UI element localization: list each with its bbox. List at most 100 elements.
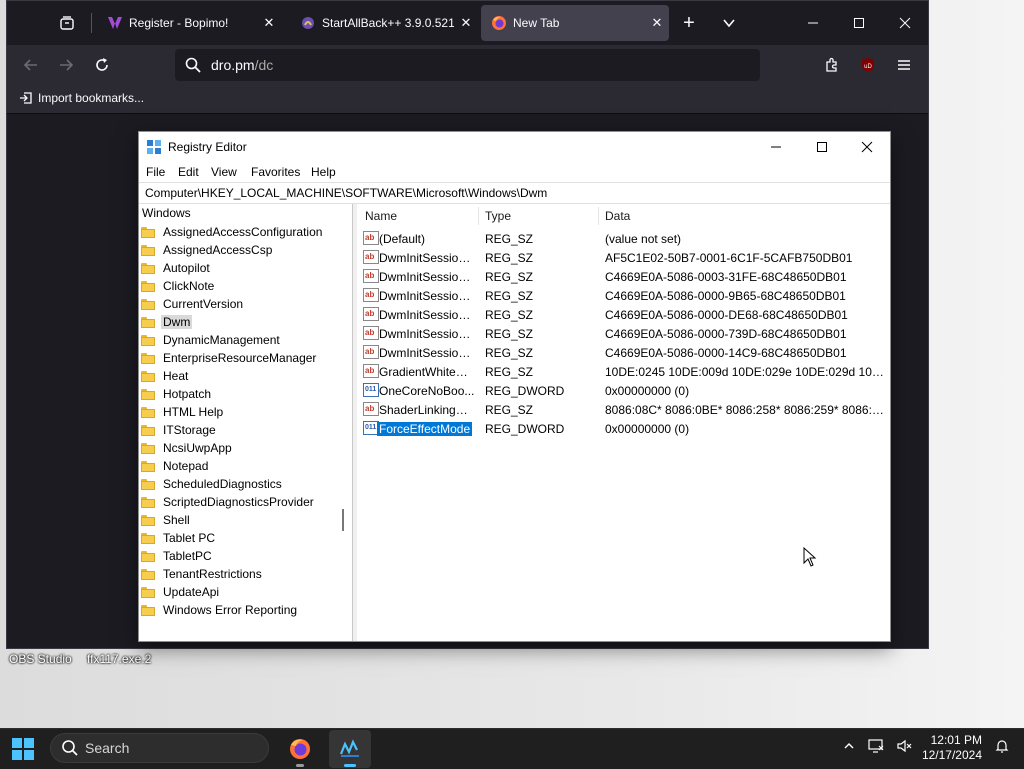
- value-name: ForceEffectMode: [377, 422, 473, 436]
- tree-item[interactable]: DynamicManagement: [141, 331, 282, 349]
- menu-view[interactable]: View: [211, 165, 237, 179]
- tree-item[interactable]: Autopilot: [141, 259, 212, 277]
- tab-startallback[interactable]: StartAllBack++ 3.9.0.5218 ✕: [290, 5, 478, 41]
- folder-icon: [141, 514, 155, 526]
- minimize-button[interactable]: [753, 132, 799, 162]
- close-tab-icon[interactable]: ✕: [645, 15, 669, 31]
- tree-item[interactable]: EnterpriseResourceManager: [141, 349, 318, 367]
- value-row[interactable]: ab DwmInitSession... REG_SZ C4669E0A-5086-0…: [357, 267, 890, 286]
- tree-root-windows[interactable]: Windows: [142, 206, 191, 220]
- column-name-header[interactable]: Name: [365, 209, 397, 223]
- value-row[interactable]: ab DwmInitSession... REG_SZ AF5C1E02-50B7-0…: [357, 248, 890, 267]
- binary-value-icon: 011: [363, 383, 379, 397]
- ublock-origin-icon[interactable]: uD: [852, 49, 884, 81]
- tree-item[interactable]: TenantRestrictions: [141, 565, 264, 583]
- active-indicator: [344, 764, 356, 767]
- tree-item[interactable]: AssignedAccessCsp: [141, 241, 274, 259]
- tree-item[interactable]: TabletPC: [141, 547, 214, 565]
- import-bookmarks-label: Import bookmarks...: [38, 91, 145, 105]
- address-bar[interactable]: Computer\HKEY_LOCAL_MACHINE\SOFTWARE\Mic…: [139, 182, 890, 204]
- notifications-bell-icon[interactable]: [995, 739, 1009, 756]
- folder-icon: [141, 388, 155, 400]
- menu-edit[interactable]: Edit: [178, 165, 199, 179]
- tree-vertical-scrollbar[interactable]: [342, 509, 344, 531]
- tree-item[interactable]: AssignedAccessConfiguration: [141, 223, 324, 241]
- tree-item[interactable]: HTML Help: [141, 403, 225, 421]
- tree-item-label: Tablet PC: [163, 531, 216, 545]
- tree-item[interactable]: UpdateApi: [141, 583, 221, 601]
- desktop-icon-obs[interactable]: OBS Studio: [9, 652, 72, 666]
- taskbar-search-box[interactable]: Search: [50, 733, 269, 763]
- value-row[interactable]: ab ShaderLinkingG... REG_SZ 8086:08C* 8086:…: [357, 400, 890, 419]
- maximize-button[interactable]: [799, 132, 845, 162]
- tree-item[interactable]: Shell: [141, 511, 192, 529]
- close-tab-icon[interactable]: ✕: [454, 15, 478, 31]
- tree-item[interactable]: Hotpatch: [141, 385, 213, 403]
- menu-file[interactable]: File: [146, 165, 165, 179]
- value-row[interactable]: ab DwmInitSession... REG_SZ C4669E0A-5086-0…: [357, 343, 890, 362]
- column-data-header[interactable]: Data: [605, 209, 630, 223]
- reload-icon[interactable]: [86, 49, 118, 81]
- windows-start-icon[interactable]: [12, 738, 34, 760]
- tree-item[interactable]: Tablet PC: [141, 529, 217, 547]
- folder-icon: [141, 568, 155, 580]
- system-clock[interactable]: 12:01 PM 12/17/2024: [920, 733, 982, 763]
- column-divider[interactable]: [478, 207, 479, 225]
- taskbar-regedit-button[interactable]: [329, 730, 371, 768]
- value-row[interactable]: 011 OneCoreNoBoo... REG_DWORD 0x00000000 (0…: [357, 381, 890, 400]
- close-button[interactable]: [844, 132, 890, 162]
- tree-item[interactable]: ClickNote: [141, 277, 216, 295]
- value-row[interactable]: ab DwmInitSession... REG_SZ C4669E0A-5086-0…: [357, 286, 890, 305]
- extensions-puzzle-icon[interactable]: [816, 49, 848, 81]
- value-name: OneCoreNoBoo...: [379, 384, 475, 398]
- close-window-button[interactable]: [882, 1, 928, 45]
- maximize-window-button[interactable]: [836, 1, 882, 45]
- clock-time: 12:01 PM: [930, 733, 982, 747]
- network-monitor-icon[interactable]: [868, 739, 884, 756]
- tree-item[interactable]: Heat: [141, 367, 190, 385]
- tree-item-label: ScheduledDiagnostics: [163, 477, 282, 491]
- tab-register-bopimo[interactable]: Register - Bopimo! ✕: [97, 5, 281, 41]
- minimize-window-button[interactable]: [790, 1, 836, 45]
- tree-item[interactable]: ScriptedDiagnosticsProvider: [141, 493, 316, 511]
- desktop-icon-ffx[interactable]: ffx117.exe.2: [87, 652, 151, 666]
- clock-date: 12/17/2024: [921, 748, 982, 762]
- back-arrow-icon[interactable]: [15, 49, 47, 81]
- string-value-icon: ab: [363, 307, 379, 321]
- tree-item[interactable]: ITStorage: [141, 421, 218, 439]
- volume-muted-icon[interactable]: [897, 739, 913, 756]
- value-row[interactable]: 011 ForceEffectMode REG_DWORD 0x00000000 (0…: [357, 419, 890, 438]
- tree-item[interactable]: CurrentVersion: [141, 295, 245, 313]
- forward-arrow-icon[interactable]: [50, 49, 82, 81]
- taskbar-firefox-button[interactable]: [279, 730, 321, 768]
- value-type: REG_DWORD: [485, 384, 565, 398]
- menu-favorites[interactable]: Favorites: [251, 165, 300, 179]
- value-row[interactable]: ab (Default) REG_SZ (value not set): [357, 229, 890, 248]
- tree-item[interactable]: ScheduledDiagnostics: [141, 475, 284, 493]
- value-row[interactable]: ab DwmInitSession... REG_SZ C4669E0A-5086-0…: [357, 324, 890, 343]
- search-placeholder: Search: [85, 740, 130, 756]
- search-icon: [175, 57, 211, 73]
- column-divider[interactable]: [598, 207, 599, 225]
- list-all-tabs-chevron-icon[interactable]: [713, 7, 745, 39]
- address-bar[interactable]: dro.pm/dc: [175, 49, 760, 81]
- tab-new-tab[interactable]: New Tab ✕: [481, 5, 669, 41]
- tree-item[interactable]: Windows Error Reporting: [141, 601, 299, 619]
- new-tab-plus-icon[interactable]: +: [673, 7, 705, 39]
- column-type-header[interactable]: Type: [485, 209, 511, 223]
- menu-help[interactable]: Help: [311, 165, 336, 179]
- folder-icon: [141, 262, 155, 274]
- hamburger-menu-icon[interactable]: [888, 49, 920, 81]
- value-row[interactable]: ab GradientWhitePi... REG_SZ 10DE:0245 10DE…: [357, 362, 890, 381]
- import-bookmarks-link[interactable]: Import bookmarks...: [19, 91, 144, 105]
- tab-overview-icon[interactable]: [51, 7, 83, 39]
- close-tab-icon[interactable]: ✕: [257, 15, 281, 31]
- show-hidden-icons-chevron-icon[interactable]: [843, 739, 855, 755]
- tree-item[interactable]: Dwm: [141, 313, 193, 331]
- folder-icon: [141, 352, 155, 364]
- tree-item[interactable]: NcsiUwpApp: [141, 439, 234, 457]
- folder-icon: [141, 280, 155, 292]
- tree-item-label: TabletPC: [163, 549, 212, 563]
- tree-item[interactable]: Notepad: [141, 457, 210, 475]
- value-row[interactable]: ab DwmInitSession... REG_SZ C4669E0A-5086-0…: [357, 305, 890, 324]
